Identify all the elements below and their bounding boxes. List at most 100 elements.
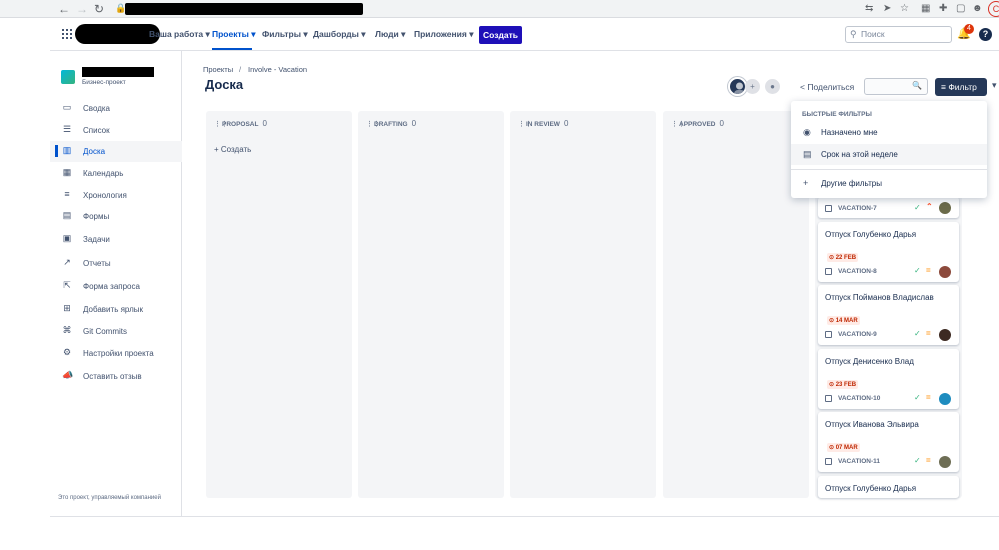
send-icon[interactable]: ➤ xyxy=(883,3,891,14)
user-circle-icon: ◉ xyxy=(803,127,811,137)
done-check-icon: ✓ xyxy=(914,203,921,212)
priority-medium-icon: = xyxy=(926,329,931,338)
logo-redacted[interactable] xyxy=(75,24,160,44)
breadcrumb-projects[interactable]: Проекты xyxy=(203,65,233,74)
column-count: 0 xyxy=(563,119,569,128)
global-search-input[interactable]: ⚲ Поиск xyxy=(845,26,952,43)
sidebar-item-issues[interactable]: ▣ Задачи xyxy=(50,229,182,250)
sidebar-item-list[interactable]: ☰ Список xyxy=(50,120,182,141)
issue-card[interactable]: Отпуск Иванова Эльвира ⊙ 07 MAR VACATION… xyxy=(818,412,959,472)
drag-handle-icon[interactable]: ⋮⋮ xyxy=(671,120,685,128)
filter-more-filters[interactable]: + Другие фильтры xyxy=(791,173,987,194)
drag-handle-icon[interactable]: ⋮⋮ xyxy=(214,120,228,128)
bookmark-star-icon[interactable]: ☆ xyxy=(900,3,909,14)
extension-icon[interactable]: ▦ xyxy=(921,3,930,14)
active-nav-indicator xyxy=(212,48,252,50)
nav-apps[interactable]: Приложения ▾ xyxy=(414,29,473,40)
board-column-approved: ⋮⋮APPROVED 0 xyxy=(663,111,809,498)
back-arrow-icon[interactable]: ← xyxy=(58,2,70,16)
summary-icon: ▭ xyxy=(62,102,72,112)
assignee-avatar[interactable] xyxy=(939,393,951,405)
drag-handle-icon[interactable]: ⋮⋮ xyxy=(366,120,380,128)
help-icon[interactable]: ? xyxy=(979,28,992,41)
board-search-input[interactable]: 🔍 xyxy=(864,78,928,95)
issue-type-icon xyxy=(825,205,832,212)
forward-arrow-icon[interactable]: → xyxy=(76,2,88,16)
sidebar-item-label: Git Commits xyxy=(83,327,127,336)
sidebar-item-label: Оставить отзыв xyxy=(83,372,142,381)
sidebar-item-timeline[interactable]: ≡ Хронология xyxy=(50,185,182,206)
nav-dashboards[interactable]: Дашборды ▾ xyxy=(313,29,366,40)
puzzle-icon[interactable]: ✚ xyxy=(939,3,947,14)
plus-icon: + xyxy=(803,178,809,188)
filter-due-this-week[interactable]: ▤ Срок на этой неделе xyxy=(791,144,987,165)
board-icon: ▥ xyxy=(62,145,72,155)
assignee-avatar[interactable] xyxy=(939,266,951,278)
project-name-redacted[interactable] xyxy=(82,67,154,77)
sidebar-item-board[interactable]: ▥ Доска xyxy=(50,141,182,162)
issue-card[interactable]: Отпуск Денисенко Влад ⊙ 23 FEB VACATION-… xyxy=(818,349,959,409)
drag-handle-icon[interactable]: ⋮⋮ xyxy=(518,120,532,128)
issue-card[interactable]: Отпуск Голубенко Дарья ⊙ 22 FEB VACATION… xyxy=(818,222,959,282)
nav-people[interactable]: Люди ▾ xyxy=(375,29,405,40)
nav-your-work[interactable]: Ваша работа ▾ xyxy=(149,29,210,40)
translate-icon[interactable]: ⇆ xyxy=(865,3,873,14)
priority-high-icon: ⌃ xyxy=(926,202,933,211)
sidebar-item-reports[interactable]: ↗ Отчеты xyxy=(50,253,182,274)
issue-card[interactable]: Отпуск Пойманов Владислав ⊙ 14 MAR VACAT… xyxy=(818,285,959,345)
issue-key: VACATION-7 xyxy=(838,205,877,212)
extension-avatar-icon[interactable]: ☻ xyxy=(972,3,983,14)
done-check-icon: ✓ xyxy=(914,456,921,465)
sidebar-item-request-form[interactable]: ⇱ Форма запроса xyxy=(50,276,182,297)
filter-assigned-to-me[interactable]: ◉ Назначено мне xyxy=(791,122,987,143)
sidepanel-icon[interactable]: ▢ xyxy=(956,3,965,14)
issue-type-icon xyxy=(825,268,832,275)
project-avatar-icon[interactable] xyxy=(61,70,75,84)
sidebar-item-add-shortcut[interactable]: ⊞ Добавить ярлык xyxy=(50,299,182,320)
breadcrumb-separator: / xyxy=(239,65,242,74)
column-header[interactable]: ⋮⋮PROPOSAL 0 xyxy=(214,119,267,128)
filter-button[interactable]: ≡ Фильтр xyxy=(935,78,987,96)
group-people-icon[interactable]: ● xyxy=(765,79,780,94)
issue-title: Отпуск Денисенко Влад xyxy=(825,357,914,366)
address-bar-redacted[interactable] xyxy=(125,3,363,15)
column-header[interactable]: ⋮⋮DRAFTING 0 xyxy=(366,119,416,128)
sidebar-item-feedback[interactable]: 📣 Оставить отзыв xyxy=(50,366,182,387)
sidebar-item-forms[interactable]: ▤ Формы xyxy=(50,206,182,227)
priority-medium-icon: = xyxy=(926,393,931,402)
issue-type-icon xyxy=(825,395,832,402)
board-column-drafting: ⋮⋮DRAFTING 0 xyxy=(358,111,504,498)
column-header[interactable]: ⋮⋮IN REVIEW 0 xyxy=(518,119,568,128)
reload-icon[interactable]: ↻ xyxy=(94,2,104,16)
sidebar-item-project-settings[interactable]: ⚙ Настройки проекта xyxy=(50,343,182,364)
issue-card[interactable]: VACATION-7 ✓ ⌃ xyxy=(818,197,959,218)
done-check-icon: ✓ xyxy=(914,266,921,275)
filter-label: Другие фильтры xyxy=(821,179,882,188)
done-check-icon: ✓ xyxy=(914,393,921,402)
chevron-down-icon[interactable]: ▾ xyxy=(992,80,997,91)
assignee-avatar[interactable] xyxy=(939,456,951,468)
column-create-button[interactable]: + Создать xyxy=(214,145,251,154)
assignee-avatar[interactable] xyxy=(939,329,951,341)
app-switcher-icon[interactable] xyxy=(62,29,72,39)
sidebar-item-calendar[interactable]: ▦ Календарь xyxy=(50,163,182,184)
sidebar-item-git-commits[interactable]: ⌘ Git Commits xyxy=(50,321,182,342)
nav-projects[interactable]: Проекты ▾ xyxy=(212,29,256,40)
column-name: APPROVED xyxy=(679,121,716,128)
share-button[interactable]: < Поделиться xyxy=(800,82,854,92)
assignee-avatar[interactable] xyxy=(939,202,951,214)
add-shortcut-icon: ⊞ xyxy=(63,303,71,313)
sidebar-item-summary[interactable]: ▭ Сводка xyxy=(50,98,182,119)
breadcrumb-project[interactable]: Involve - Vacation xyxy=(248,65,307,74)
create-button[interactable]: Создать xyxy=(479,26,522,44)
browser-profile-button[interactable]: C xyxy=(988,1,999,17)
issue-card[interactable]: Отпуск Голубенко Дарья xyxy=(818,476,959,498)
share-label: Поделиться xyxy=(807,82,855,92)
add-people-icon[interactable]: + xyxy=(745,79,760,94)
nav-filters[interactable]: Фильтры ▾ xyxy=(262,29,308,40)
column-count: 0 xyxy=(411,119,417,128)
board-column-proposal: ⋮⋮PROPOSAL 0 + Создать xyxy=(206,111,352,498)
git-commits-icon: ⌘ xyxy=(62,325,72,335)
due-date-badge: ⊙ 07 MAR xyxy=(827,443,860,452)
column-header[interactable]: ⋮⋮APPROVED 0 xyxy=(671,119,724,128)
